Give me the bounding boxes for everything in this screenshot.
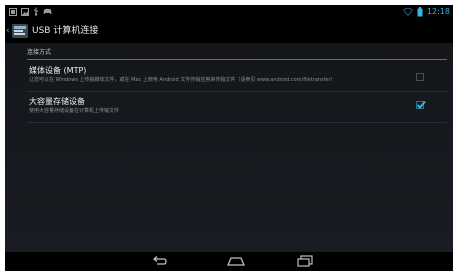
option-summary: 让您可以在 Windows 上传输媒体文件，或在 Mac 上使用 Android… — [29, 77, 336, 83]
action-bar[interactable]: ‹ USB 计算机连接 — [5, 19, 453, 43]
section-divider — [27, 59, 447, 60]
game-controller-icon — [43, 8, 52, 14]
settings-screen: 12:18 ‹ USB 计算机连接 连接方式 媒体设备 (MTP) 让您可以在 … — [5, 5, 453, 252]
page-title: USB 计算机连接 — [32, 26, 99, 36]
screenshot-icon — [9, 7, 17, 16]
recent-apps-icon[interactable] — [297, 255, 313, 267]
usb-icon — [33, 7, 39, 16]
home-icon[interactable] — [227, 255, 245, 267]
back-icon[interactable] — [151, 255, 167, 267]
settings-app-icon[interactable] — [11, 22, 29, 40]
notification-icons — [9, 7, 52, 16]
device-screen: 12:18 ‹ USB 计算机连接 连接方式 媒体设备 (MTP) 让您可以在 … — [5, 5, 453, 271]
wifi-icon — [402, 8, 413, 16]
option-title: 媒体设备 (MTP) — [29, 66, 87, 75]
row-divider — [27, 91, 447, 92]
mass-storage-checkbox[interactable] — [416, 100, 426, 109]
option-mtp[interactable]: 媒体设备 (MTP) 让您可以在 Windows 上传输媒体文件，或在 Mac … — [27, 61, 447, 89]
status-clock: 12:18 — [426, 7, 450, 16]
system-status: 12:18 — [402, 6, 450, 18]
checkmark-icon — [416, 100, 426, 109]
option-mass-storage[interactable]: 大容量存储设备 使用大容量存储设备在计算机上传输文件 — [27, 93, 447, 121]
image-icon — [21, 7, 29, 16]
row-divider — [27, 122, 447, 123]
up-navigation-icon[interactable]: ‹ — [6, 26, 10, 36]
section-header: 连接方式 — [27, 49, 52, 56]
battery-icon — [417, 7, 423, 17]
navigation-bar — [5, 252, 453, 271]
status-bar: 12:18 — [5, 5, 453, 19]
mtp-checkbox[interactable] — [416, 73, 424, 81]
option-title: 大容量存储设备 — [29, 97, 85, 106]
option-summary: 使用大容量存储设备在计算机上传输文件 — [29, 108, 120, 114]
